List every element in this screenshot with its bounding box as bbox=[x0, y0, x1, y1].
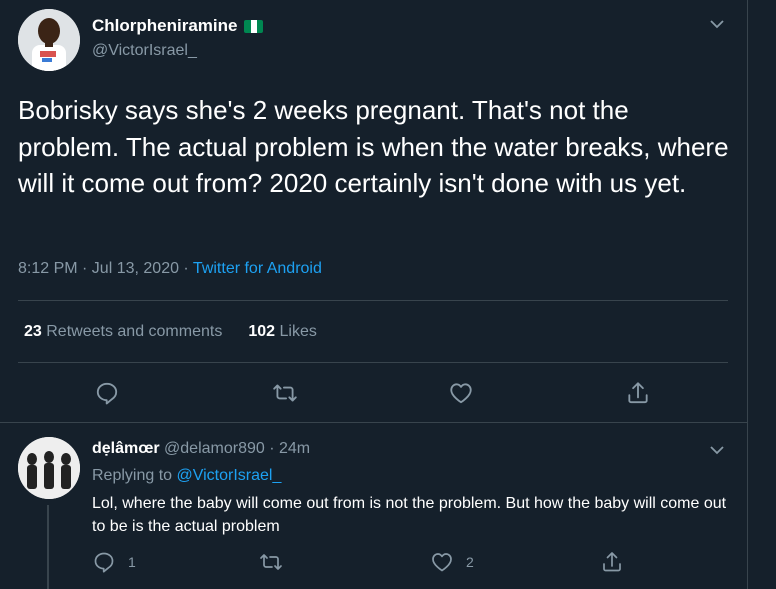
reply-like-action[interactable]: 2 bbox=[430, 550, 474, 574]
reply-retweet-action[interactable] bbox=[259, 550, 295, 574]
likes-stat[interactable]: 102 Likes bbox=[248, 323, 317, 341]
tweet-timestamp[interactable]: 8:12 PM · Jul 13, 2020 · bbox=[18, 260, 193, 277]
divider bbox=[18, 362, 728, 363]
reply-time[interactable]: · 24m bbox=[265, 440, 310, 457]
retweet-icon[interactable] bbox=[271, 379, 299, 407]
likes-count: 102 bbox=[248, 323, 276, 340]
replying-to: Replying to @VictorIsrael_ bbox=[92, 467, 281, 485]
reply-author-avatar[interactable] bbox=[18, 437, 80, 499]
reply-text: Lol, where the baby will come out from i… bbox=[92, 495, 727, 535]
share-icon[interactable] bbox=[624, 379, 652, 407]
retweets-stat[interactable]: 23 Retweets and comments bbox=[24, 323, 222, 341]
reply-like-count: 2 bbox=[466, 554, 474, 570]
retweet-icon bbox=[260, 554, 282, 570]
reply-header: dẹlâmœr @delamor890 · 24m bbox=[92, 440, 310, 458]
author-handle[interactable]: @VictorIsrael_ bbox=[92, 42, 197, 60]
tweet-meta: 8:12 PM · Jul 13, 2020 · Twitter for And… bbox=[18, 260, 322, 278]
author-name-text[interactable]: Chlorpheniramine bbox=[92, 16, 237, 36]
replying-to-link[interactable]: @VictorIsrael_ bbox=[177, 467, 282, 484]
chevron-down-icon[interactable] bbox=[708, 441, 726, 459]
reply-author-name[interactable]: dẹlâmœr bbox=[92, 440, 160, 457]
reply-icon[interactable] bbox=[93, 379, 121, 407]
tweet-stats: 23 Retweets and comments 102 Likes bbox=[24, 323, 317, 341]
tweet-page: Chlorpheniramine @VictorIsrael_ Bobrisky… bbox=[0, 0, 776, 589]
tweet-source-link[interactable]: Twitter for Android bbox=[193, 260, 322, 277]
retweets-label: Retweets and comments bbox=[46, 323, 223, 340]
like-icon[interactable] bbox=[447, 379, 475, 407]
share-icon bbox=[603, 552, 621, 572]
like-icon bbox=[432, 553, 452, 572]
reply-author-handle[interactable]: @delamor890 bbox=[164, 440, 265, 457]
reply-share-action[interactable] bbox=[600, 550, 624, 574]
reply-reply-action[interactable]: 1 bbox=[92, 550, 136, 574]
author-avatar[interactable] bbox=[18, 9, 80, 71]
chevron-down-icon[interactable] bbox=[708, 15, 726, 33]
nigeria-flag-icon bbox=[244, 19, 264, 33]
column-border bbox=[747, 0, 748, 589]
retweets-count: 23 bbox=[24, 323, 42, 340]
author-name[interactable]: Chlorpheniramine bbox=[92, 16, 264, 36]
divider bbox=[18, 300, 728, 301]
thread-line bbox=[47, 505, 49, 589]
replying-prefix: Replying to bbox=[92, 467, 177, 484]
likes-label: Likes bbox=[279, 323, 317, 340]
divider bbox=[0, 422, 748, 423]
reply-reply-count: 1 bbox=[128, 554, 136, 570]
tweet-text: Bobrisky says she's 2 weeks pregnant. Th… bbox=[18, 95, 729, 198]
reply-icon bbox=[94, 552, 114, 573]
